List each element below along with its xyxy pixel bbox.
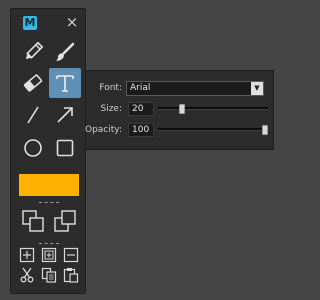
- remove-frame-button[interactable]: [60, 246, 82, 264]
- chevron-down-icon[interactable]: ▼: [251, 82, 263, 95]
- plus-box-icon: [19, 247, 35, 263]
- tool-palette: M ×: [10, 8, 86, 294]
- opacity-label: Opacity:: [85, 125, 122, 135]
- font-select[interactable]: Arial ▼: [126, 81, 264, 96]
- cut-button[interactable]: [16, 265, 38, 285]
- close-button[interactable]: ×: [63, 13, 81, 31]
- circle-icon: [24, 139, 42, 157]
- size-label: Size:: [100, 104, 122, 114]
- opacity-slider[interactable]: [158, 125, 268, 135]
- add-frame-button[interactable]: [16, 246, 38, 264]
- opacity-input[interactable]: 100: [128, 123, 154, 137]
- line-icon: [27, 106, 39, 124]
- app-logo-icon: M: [23, 16, 37, 30]
- paste-button[interactable]: [60, 265, 82, 285]
- copy-button[interactable]: [38, 265, 60, 285]
- bring-forward-icon: [22, 210, 44, 232]
- size-input[interactable]: 20: [128, 102, 154, 116]
- insert-frame-icon: [41, 247, 57, 263]
- send-backward-button[interactable]: [49, 206, 81, 236]
- size-slider[interactable]: [158, 104, 268, 114]
- font-select-value: Arial: [130, 83, 151, 93]
- brush-tool-button[interactable]: [49, 37, 81, 67]
- size-slider-thumb[interactable]: [179, 104, 185, 114]
- pencil-tool-button[interactable]: [17, 37, 49, 67]
- scissors-icon: [20, 267, 34, 283]
- rectangle-icon: [56, 139, 74, 157]
- paste-icon: [63, 268, 79, 283]
- separator: [39, 243, 59, 244]
- minus-box-icon: [63, 247, 79, 263]
- eraser-tool-button[interactable]: [17, 68, 49, 98]
- pencil-icon: [25, 41, 44, 60]
- bring-forward-button[interactable]: [18, 206, 50, 236]
- palette-titlebar[interactable]: M ×: [11, 9, 85, 33]
- opacity-slider-thumb[interactable]: [262, 125, 268, 135]
- eraser-icon: [23, 74, 43, 92]
- font-label: Font:: [99, 83, 122, 93]
- brush-icon: [56, 42, 75, 61]
- circle-tool-button[interactable]: [17, 133, 49, 163]
- insert-frame-button[interactable]: [38, 246, 60, 264]
- current-color-swatch[interactable]: [19, 174, 79, 196]
- separator: [39, 202, 59, 203]
- line-tool-button[interactable]: [17, 100, 49, 130]
- send-backward-icon: [54, 210, 76, 232]
- text-options-panel: Font: Arial ▼ Size: 20 Opacity: 100: [85, 70, 274, 150]
- rectangle-tool-button[interactable]: [49, 133, 81, 163]
- copy-icon: [41, 267, 57, 283]
